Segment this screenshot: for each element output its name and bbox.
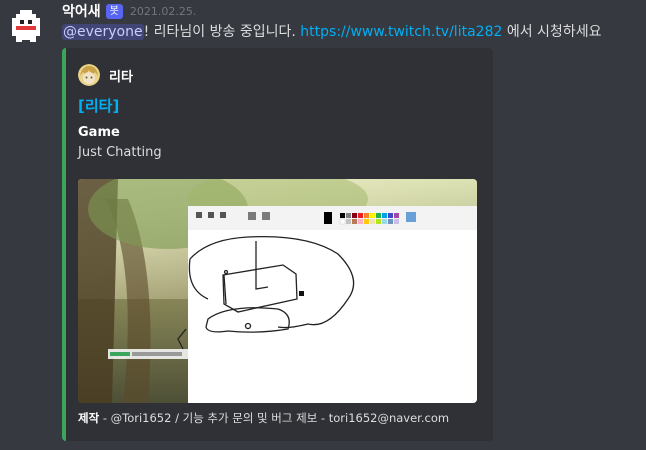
embed-author: 리타 bbox=[78, 64, 133, 86]
stream-thumbnail-image[interactable] bbox=[78, 179, 477, 403]
field-value-game: Just Chatting bbox=[78, 145, 162, 160]
bot-avatar[interactable] bbox=[8, 4, 44, 46]
field-name-game: Game bbox=[78, 125, 120, 140]
streamer-avatar-icon bbox=[78, 64, 100, 86]
twitch-link[interactable]: https://www.twitch.tv/lita282 bbox=[300, 24, 502, 40]
embed-accent-bar bbox=[62, 48, 66, 441]
message-content: @everyone! 리타님이 방송 중입니다. https://www.twi… bbox=[62, 23, 646, 41]
username[interactable]: 악어새 bbox=[62, 1, 101, 21]
everyone-mention[interactable]: @everyone bbox=[62, 24, 144, 40]
timestamp: 2021.02.25. bbox=[129, 4, 197, 18]
message-text: ! 리타님이 방송 중입니다. bbox=[143, 24, 301, 40]
embed-title[interactable]: [리타] bbox=[78, 95, 119, 116]
footer-label: 제작 bbox=[78, 411, 100, 425]
message-header: 악어새 봇 2021.02.25. bbox=[62, 1, 196, 21]
author-name: 리타 bbox=[109, 69, 133, 85]
message-text-tail: 에서 시청하세요 bbox=[502, 24, 602, 40]
embed-footer: 제작 - @Tori1652 / 기능 추가 문의 및 버그 제보 - tori… bbox=[78, 410, 449, 426]
footer-text: - @Tori1652 / 기능 추가 문의 및 버그 제보 - tori165… bbox=[99, 411, 450, 425]
bot-tag: 봇 bbox=[105, 3, 123, 19]
stream-embed: 리타 [리타] Game Just Chatting 제작 - @Tori165… bbox=[62, 48, 493, 441]
